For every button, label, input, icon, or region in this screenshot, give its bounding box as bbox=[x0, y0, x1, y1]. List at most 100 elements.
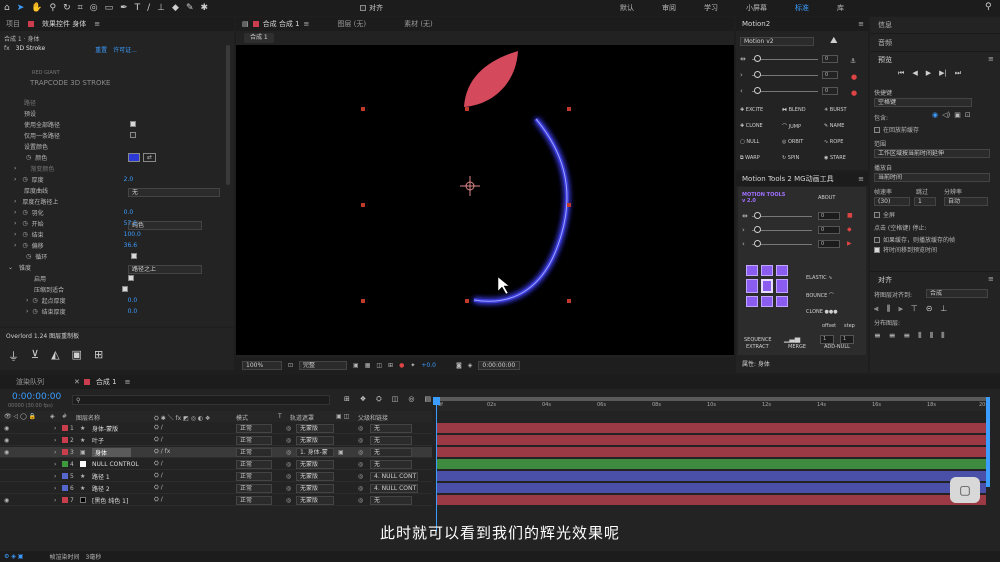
panel-menu-icon[interactable]: ≡ bbox=[304, 20, 310, 28]
excite-button[interactable]: ✚ EXCITE bbox=[740, 107, 763, 113]
workspace-small-screen[interactable]: 小屏幕 bbox=[746, 3, 767, 13]
slider-knob[interactable] bbox=[754, 71, 761, 78]
clone-button[interactable]: ✚ CLONE bbox=[740, 123, 763, 129]
layer-switches[interactable]: ⛭ ∕ bbox=[154, 436, 163, 444]
label-color[interactable] bbox=[62, 425, 68, 431]
layer-name[interactable]: 叶子 bbox=[92, 436, 104, 445]
anchor-grid-cell[interactable] bbox=[761, 279, 773, 293]
bounding-handles[interactable] bbox=[361, 107, 571, 303]
track-matte-dropdown[interactable]: 无蒙版 bbox=[296, 460, 334, 469]
burst-button[interactable]: ✳ BURST bbox=[824, 107, 847, 113]
mt-value[interactable]: 0 bbox=[818, 240, 840, 248]
orbit-button[interactable]: ◎ ORBIT bbox=[782, 139, 803, 145]
draft-3d-icon[interactable]: ❖ bbox=[360, 395, 366, 404]
next-frame-icon[interactable]: ▶| bbox=[939, 69, 947, 78]
first-frame-icon[interactable]: ⏮ bbox=[898, 69, 904, 78]
start-value[interactable]: 57.5 bbox=[124, 220, 137, 227]
track-matte-dropdown[interactable]: 无蒙版 bbox=[296, 484, 334, 493]
time-ruler[interactable]: 0f 02s 04s 06s 08s 10s 12s 14s 16s 18s 2… bbox=[434, 397, 990, 411]
table-row[interactable]: ◉ › 1 ★ 身体-蒙版 ⛭ ∕ 正常 ◎ 无蒙版 ◎ 无 bbox=[0, 423, 432, 434]
parent-pickwhip-icon[interactable]: ◎ bbox=[358, 437, 363, 444]
parent-dropdown[interactable]: 无 bbox=[370, 436, 412, 445]
visibility-icon[interactable]: ◉ bbox=[4, 497, 9, 504]
resolution-dropdown[interactable]: 自动 bbox=[944, 197, 988, 206]
align-top-icon[interactable]: ⊤ bbox=[911, 304, 918, 314]
layer-name[interactable]: 路径 1 bbox=[92, 472, 110, 481]
workspace-standard[interactable]: 标准 bbox=[795, 3, 809, 13]
parent-pickwhip-icon[interactable]: ◎ bbox=[358, 485, 363, 492]
sequence-button[interactable]: SEQUENCE bbox=[744, 337, 771, 343]
distribute-vcenter-icon[interactable]: ≡ bbox=[889, 331, 896, 341]
table-row[interactable]: ◉ › 7 [黑色 纯色 1] ⛭ ∕ 正常 ◎ 无蒙版 ◎ 无 bbox=[0, 495, 432, 506]
name-button[interactable]: ✎ NAME bbox=[824, 123, 844, 129]
collapse-arrow-icon[interactable]: ⌄ bbox=[8, 264, 13, 271]
slider-track[interactable] bbox=[752, 91, 818, 92]
mode-dropdown[interactable]: 正常 bbox=[236, 448, 272, 457]
color-dot-icon[interactable]: ■ bbox=[847, 212, 853, 219]
mode-header[interactable]: 模式 bbox=[236, 413, 248, 422]
slider-track[interactable] bbox=[752, 75, 818, 76]
guides-icon[interactable]: ⊞ bbox=[388, 362, 393, 369]
distribute-left-icon[interactable]: ⦀ bbox=[918, 331, 922, 341]
mode-dropdown[interactable]: 正常 bbox=[236, 496, 272, 505]
layer-duration-bar[interactable] bbox=[437, 435, 986, 445]
comp-flowchart-icon[interactable]: ⊞ bbox=[344, 395, 350, 404]
play-from-dropdown[interactable]: 当前时间 bbox=[874, 173, 990, 182]
mt-value[interactable]: 0 bbox=[818, 212, 840, 220]
rectangle-tool-icon[interactable]: ▭ bbox=[105, 3, 114, 13]
playhead-handle[interactable] bbox=[433, 397, 440, 405]
range-dropdown[interactable]: 工作区域按当前时间延伸 bbox=[874, 149, 990, 158]
panel-menu-icon[interactable]: ≡ bbox=[858, 175, 864, 183]
anchor-grid-cell[interactable] bbox=[761, 265, 773, 277]
layer-controls-icon[interactable]: ⊡ bbox=[965, 111, 971, 119]
comp-breadcrumb[interactable]: 合成 1 bbox=[244, 33, 274, 43]
slider-value[interactable]: 0 bbox=[822, 87, 838, 95]
layer-switches[interactable]: ⛭ ∕ bbox=[154, 496, 163, 504]
tab-layer[interactable]: 图层 (无) bbox=[337, 19, 366, 29]
distribute-right-icon[interactable]: ⦀ bbox=[941, 331, 945, 341]
layer-duration-bar[interactable] bbox=[437, 495, 986, 505]
panel-menu-icon[interactable]: ≡ bbox=[858, 20, 864, 28]
track-matte-dropdown[interactable]: 无蒙版 bbox=[296, 436, 334, 445]
selection-tool-icon[interactable]: ➤ bbox=[17, 3, 25, 13]
layer-switches[interactable]: ⛭ ∕ fx bbox=[154, 448, 170, 456]
anchor-grid[interactable] bbox=[746, 265, 788, 307]
slider-knob[interactable] bbox=[754, 212, 761, 219]
slider-knob[interactable] bbox=[754, 226, 761, 233]
matte-link-icon[interactable]: ◎ bbox=[286, 461, 291, 468]
color-dot-icon[interactable]: ● bbox=[851, 73, 857, 81]
table-row[interactable]: › 6 ★ 路径 2 ⛭ ∕ 正常 ◎ 无蒙版 ◎ 4. NULL CONT bbox=[0, 483, 432, 494]
tab-render-queue[interactable]: 渲染队列 bbox=[16, 377, 44, 387]
add-null-button[interactable]: ADD-NULL bbox=[824, 344, 850, 350]
expand-arrow-icon[interactable]: › bbox=[54, 497, 56, 504]
overlord-push-icon[interactable]: ⏚ bbox=[8, 348, 19, 364]
stopwatch-icon[interactable]: ◷ bbox=[26, 253, 31, 260]
prev-frame-icon[interactable]: ◀ bbox=[912, 69, 917, 78]
status-icons[interactable]: ⚙ ◈ ▣ bbox=[4, 553, 23, 560]
align-left-icon[interactable]: ⫷ bbox=[874, 304, 879, 314]
workspace-learn[interactable]: 学习 bbox=[704, 3, 718, 13]
use-all-paths-checkbox[interactable] bbox=[130, 121, 137, 127]
transparency-grid-icon[interactable]: ▦ bbox=[365, 362, 371, 369]
table-row[interactable]: ◉ › 2 ★ 叶子 ⛭ ∕ 正常 ◎ 无蒙版 ◎ 无 bbox=[0, 435, 432, 446]
brush-tool-icon[interactable]: ∕ bbox=[147, 3, 150, 13]
align-bottom-icon[interactable]: ⊥ bbox=[940, 304, 947, 314]
slider-value[interactable]: 0 bbox=[822, 71, 838, 79]
tab-footage[interactable]: 素材 (无) bbox=[404, 19, 433, 29]
align-checkbox[interactable] bbox=[360, 5, 366, 11]
stopwatch-icon[interactable]: ◷ bbox=[26, 154, 31, 161]
panel-menu-icon[interactable]: ≡ bbox=[988, 275, 994, 283]
distribute-bottom-icon[interactable]: ≡ bbox=[903, 331, 910, 341]
track-matte-dropdown[interactable]: 无蒙版 bbox=[296, 496, 334, 505]
exposure-value[interactable]: +0.0 bbox=[421, 362, 436, 369]
panel-menu-icon[interactable]: ≡ bbox=[988, 55, 994, 63]
mode-dropdown[interactable]: 正常 bbox=[236, 460, 272, 469]
matte-link-icon[interactable]: ◎ bbox=[286, 497, 291, 504]
loop-checkbox[interactable] bbox=[131, 253, 138, 259]
layer-name[interactable]: 路径 2 bbox=[92, 484, 110, 493]
stopwatch-icon[interactable]: ◷ bbox=[22, 209, 27, 216]
slider-knob[interactable] bbox=[754, 240, 761, 247]
parent-dropdown[interactable]: 无 bbox=[370, 448, 412, 457]
expand-arrow-icon[interactable]: › bbox=[14, 209, 16, 216]
camera-tool-icon[interactable]: ⌗ bbox=[78, 3, 83, 13]
